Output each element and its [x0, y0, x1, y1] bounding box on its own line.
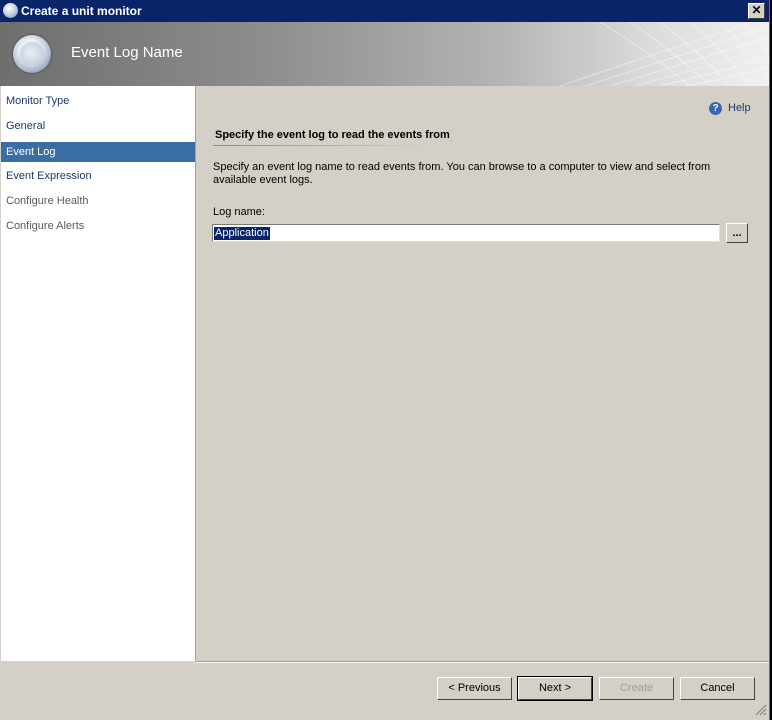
help-icon: ?	[709, 102, 722, 115]
browse-button[interactable]: ...	[726, 223, 748, 243]
sidebar-item-general[interactable]: General	[1, 116, 195, 136]
title-bar[interactable]: Create a unit monitor ✕	[0, 0, 769, 22]
previous-button[interactable]: < Previous	[437, 677, 512, 700]
wizard-orb-icon	[13, 35, 51, 73]
log-name-value: Application	[214, 227, 270, 240]
sidebar-item-configure-health[interactable]: Configure Health	[1, 191, 195, 211]
heading-divider	[213, 145, 433, 146]
page-title: Event Log Name	[71, 44, 183, 61]
banner-decoration	[559, 22, 769, 86]
create-button: Create	[599, 677, 674, 700]
sidebar-item-event-log[interactable]: Event Log	[1, 142, 195, 162]
app-icon	[3, 3, 18, 18]
next-button[interactable]: Next >	[517, 676, 593, 701]
sidebar-item-event-expression[interactable]: Event Expression	[1, 166, 195, 186]
help-label: Help	[728, 102, 751, 114]
log-name-label: Log name:	[213, 206, 265, 218]
cancel-button[interactable]: Cancel	[680, 677, 755, 700]
footer-divider	[196, 661, 769, 663]
main-content: ? Help Specify the event log to read the…	[196, 86, 769, 661]
sidebar-item-configure-alerts[interactable]: Configure Alerts	[1, 216, 195, 236]
header-banner: Event Log Name	[0, 22, 769, 86]
log-name-input[interactable]: Application	[212, 224, 720, 242]
close-button[interactable]: ✕	[748, 3, 765, 19]
sidebar-item-monitor-type[interactable]: Monitor Type	[1, 91, 195, 111]
description-text: Specify an event log name to read events…	[213, 161, 711, 186]
section-heading: Specify the event log to read the events…	[215, 129, 450, 141]
window-title: Create a unit monitor	[21, 4, 142, 18]
wizard-steps-sidebar: Monitor Type General Event Log Event Exp…	[1, 86, 196, 661]
resize-grip-icon[interactable]	[754, 703, 767, 716]
dialog-window: Create a unit monitor ✕ Event Log Name M…	[0, 0, 770, 720]
